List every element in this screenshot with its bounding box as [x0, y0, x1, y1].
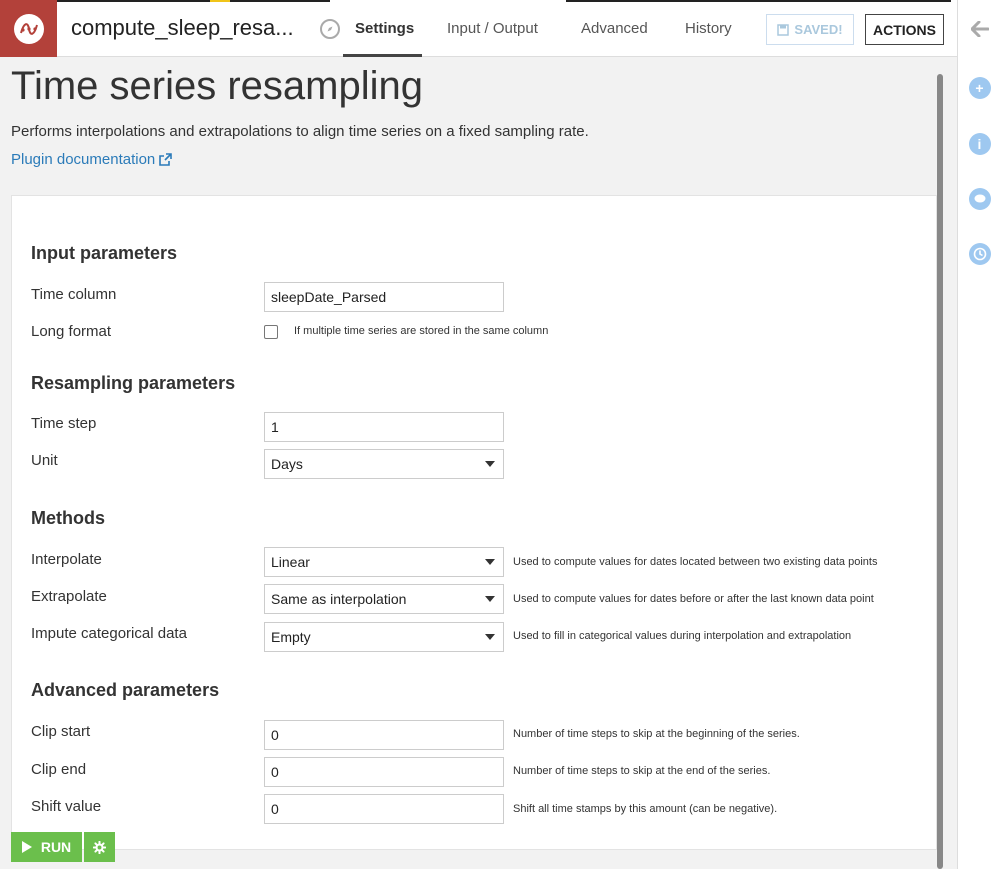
impute-categorical-help: Used to fill in categorical values durin…: [513, 630, 852, 642]
resampling-glyph-icon: [19, 22, 38, 35]
top-accent-line: [57, 0, 210, 2]
top-accent-line: [566, 0, 951, 2]
logo-circle: [13, 13, 44, 44]
gear-icon: [93, 840, 106, 854]
resampling-plugin-icon[interactable]: [0, 0, 57, 57]
saved-label: SAVED!: [794, 22, 843, 37]
chevron-down-icon: [485, 559, 495, 565]
section-advanced-parameters: Advanced parameters: [31, 680, 220, 700]
clip-end-label: Clip end: [31, 761, 87, 778]
shift-value-input[interactable]: [264, 794, 504, 824]
run-button[interactable]: RUN: [11, 832, 82, 862]
unit-label: Unit: [31, 452, 58, 469]
right-rail: + i: [957, 0, 1000, 869]
save-icon: [777, 23, 790, 36]
extrapolate-help: Used to compute values for dates before …: [513, 593, 874, 605]
clock-icon[interactable]: [968, 242, 991, 265]
compass-icon[interactable]: [320, 19, 340, 39]
extrapolate-select-value: Same as interpolation: [271, 591, 407, 607]
tab-history[interactable]: History: [685, 20, 732, 37]
plugin-documentation-link[interactable]: Plugin documentation: [11, 151, 173, 168]
external-link-icon: [159, 152, 173, 166]
section-input-parameters: Input parameters: [31, 243, 178, 263]
clip-end-input[interactable]: [264, 757, 504, 787]
active-tab-indicator: [343, 54, 422, 57]
interpolate-select-value: Linear: [271, 554, 310, 570]
unit-select[interactable]: Days: [264, 449, 504, 479]
interpolate-help: Used to compute values for dates located…: [513, 556, 878, 568]
impute-categorical-label: Impute categorical data: [31, 625, 187, 642]
time-step-label: Time step: [31, 415, 97, 432]
clip-end-help: Number of time steps to skip at the end …: [513, 765, 771, 777]
top-bar: compute_sleep_resa... Settings Input / O…: [0, 0, 957, 57]
play-icon: [21, 841, 32, 853]
clip-start-label: Clip start: [31, 723, 91, 740]
run-settings-gear-icon[interactable]: [84, 832, 115, 862]
time-step-input[interactable]: [264, 412, 504, 442]
tab-settings[interactable]: Settings: [355, 20, 414, 37]
page-title: Time series resampling: [11, 64, 423, 108]
chat-icon[interactable]: [968, 187, 991, 210]
time-column-input[interactable]: [264, 282, 504, 312]
chevron-down-icon: [485, 461, 495, 467]
saved-button[interactable]: SAVED!: [766, 14, 854, 45]
extrapolate-label: Extrapolate: [31, 588, 107, 605]
long-format-label: Long format: [31, 323, 112, 340]
interpolate-select[interactable]: Linear: [264, 547, 504, 577]
chevron-down-icon: [485, 596, 495, 602]
shift-value-label: Shift value: [31, 798, 102, 815]
impute-categorical-select-value: Empty: [271, 629, 311, 645]
tab-input-output[interactable]: Input / Output: [447, 20, 538, 37]
recipe-name[interactable]: compute_sleep_resa...: [71, 15, 294, 41]
impute-categorical-select[interactable]: Empty: [264, 622, 504, 652]
top-accent-line: [230, 0, 330, 2]
tab-advanced[interactable]: Advanced: [581, 20, 648, 37]
clip-start-input[interactable]: [264, 720, 504, 750]
section-methods: Methods: [31, 508, 105, 528]
top-accent-yellow: [210, 0, 230, 2]
page-description: Performs interpolations and extrapolatio…: [11, 123, 589, 140]
long-format-checkbox[interactable]: [264, 325, 278, 339]
arrow-left-icon[interactable]: [968, 17, 991, 40]
long-format-help: If multiple time series are stored in th…: [294, 325, 549, 337]
run-label: RUN: [40, 839, 72, 855]
clip-start-help: Number of time steps to skip at the begi…: [513, 728, 800, 740]
info-icon[interactable]: i: [968, 132, 991, 155]
scrollbar[interactable]: [937, 74, 943, 869]
doc-link-label: Plugin documentation: [11, 151, 156, 168]
compass-needle-icon: [327, 26, 333, 32]
shift-value-help: Shift all time stamps by this amount (ca…: [513, 803, 778, 815]
extrapolate-select[interactable]: Same as interpolation: [264, 584, 504, 614]
time-column-label: Time column: [31, 286, 117, 303]
actions-button[interactable]: ACTIONS: [865, 14, 944, 45]
interpolate-label: Interpolate: [31, 551, 102, 568]
chevron-down-icon: [485, 634, 495, 640]
plus-icon[interactable]: +: [968, 76, 991, 99]
unit-select-value: Days: [271, 456, 303, 472]
section-resampling-parameters: Resampling parameters: [31, 373, 236, 393]
